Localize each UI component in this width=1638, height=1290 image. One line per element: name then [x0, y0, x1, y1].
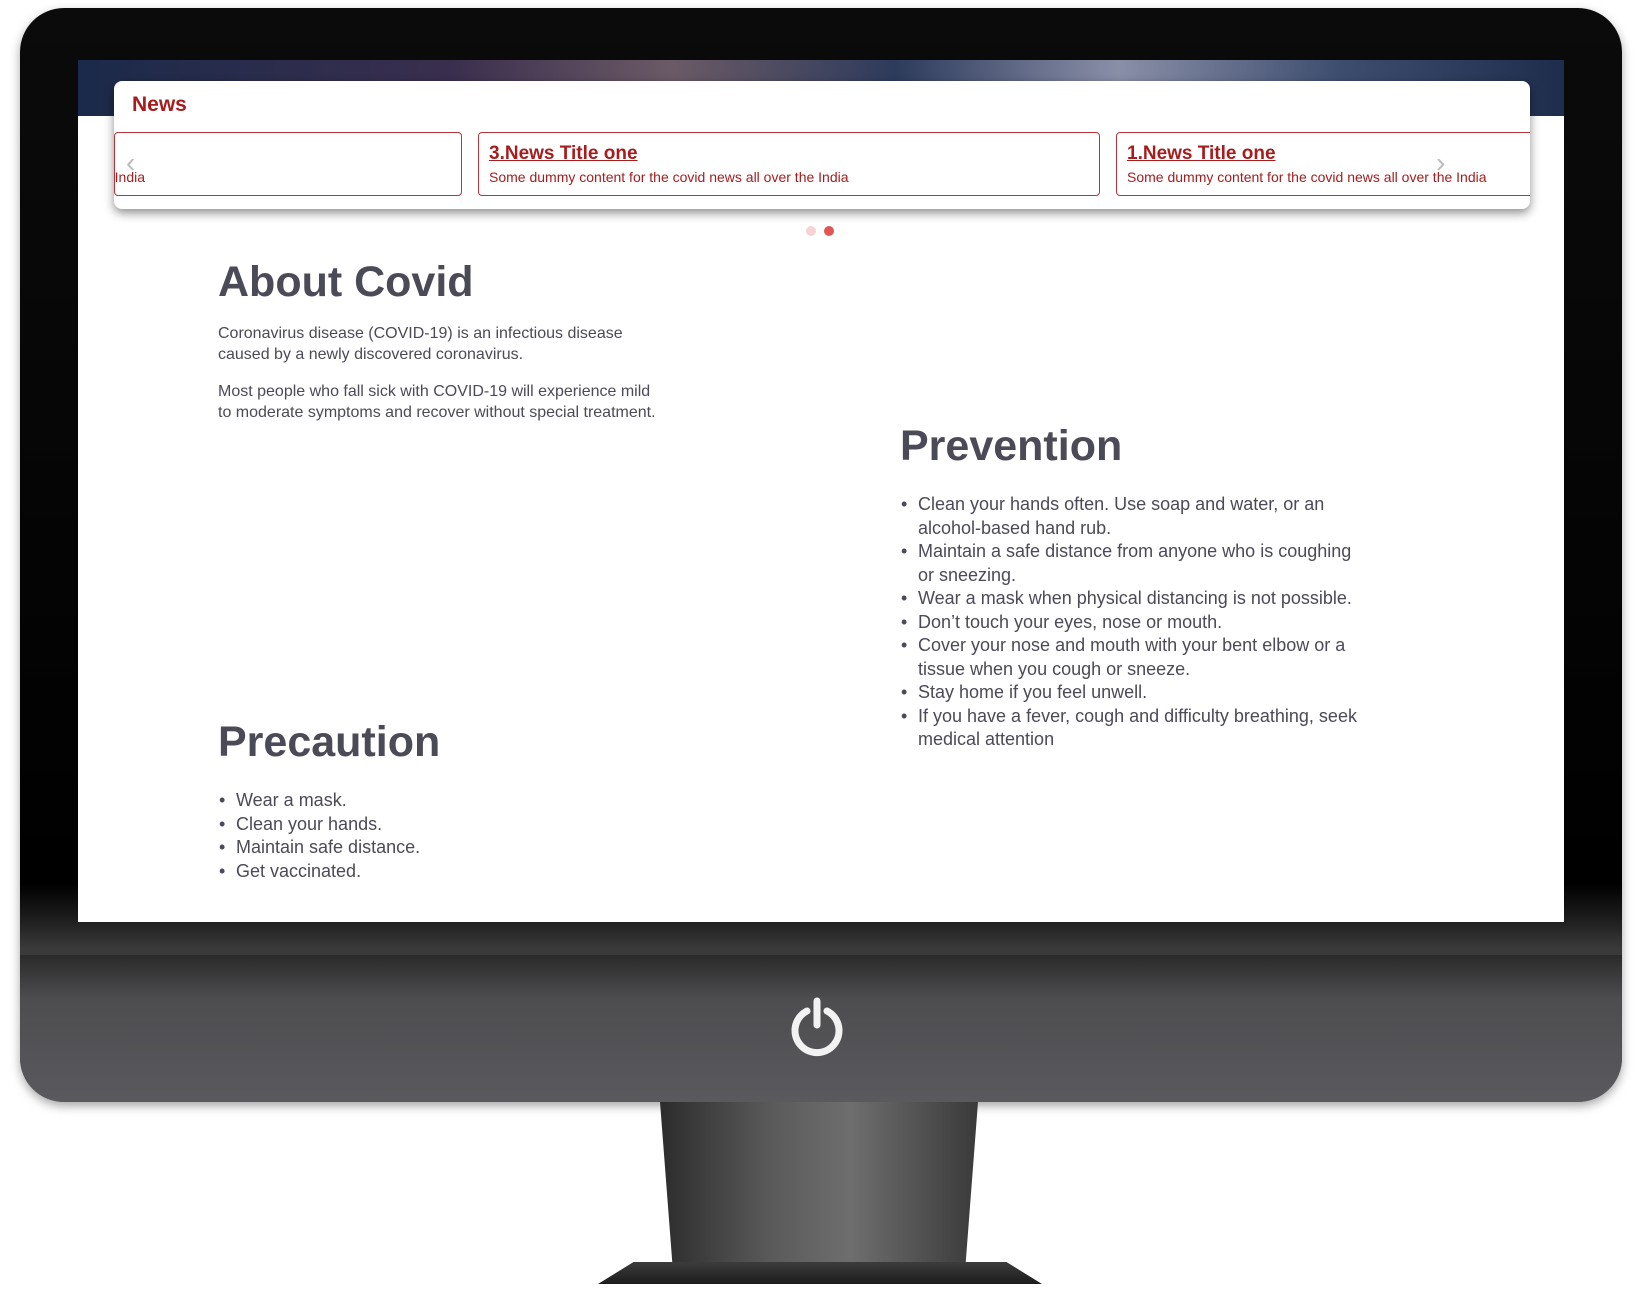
list-item: Clean your hands. — [218, 813, 518, 837]
about-paragraph: Most people who fall sick with COVID-19 … — [218, 383, 656, 421]
news-heading: News — [132, 93, 187, 116]
about-paragraph: Coronavirus disease (COVID-19) is an inf… — [218, 325, 623, 363]
about-title: About Covid — [218, 258, 474, 306]
news-item-description: Some dummy content for the covid news al… — [489, 169, 849, 185]
list-item: Stay home if you feel unwell. — [900, 681, 1370, 705]
news-carousel: News Some dummy content for the covid ne… — [114, 81, 1530, 209]
pagination-dot-active[interactable] — [824, 226, 834, 236]
pagination-dot[interactable] — [806, 226, 816, 236]
list-item: Maintain a safe distance from anyone who… — [900, 540, 1370, 587]
monitor-stand-neck — [660, 1102, 978, 1268]
chevron-left-icon[interactable]: ‹ — [126, 149, 135, 177]
news-item-description: Some dummy content for the covid news al… — [1127, 169, 1487, 185]
list-item: Maintain safe distance. — [218, 836, 518, 860]
list-item: Wear a mask. — [218, 789, 518, 813]
precaution-list: Wear a mask. Clean your hands. Maintain … — [218, 789, 518, 883]
list-item: Get vaccinated. — [218, 860, 518, 884]
monitor-stand-base — [598, 1262, 1042, 1284]
news-item[interactable]: 1.News Title one Some dummy content for … — [1116, 132, 1530, 196]
list-item: Wear a mask when physical distancing is … — [900, 587, 1370, 611]
list-item: Clean your hands often. Use soap and wat… — [900, 493, 1370, 540]
precaution-title: Precaution — [218, 718, 441, 766]
power-icon — [785, 995, 849, 1059]
prevention-list: Clean your hands often. Use soap and wat… — [900, 493, 1370, 752]
list-item: Don’t touch your eyes, nose or mouth. — [900, 611, 1370, 635]
screen: News Some dummy content for the covid ne… — [78, 60, 1564, 922]
news-item-title[interactable]: 1.News Title one — [1127, 143, 1276, 165]
chevron-right-icon[interactable]: › — [1436, 149, 1445, 177]
list-item: Cover your nose and mouth with your bent… — [900, 634, 1370, 681]
news-item-title[interactable]: 3.News Title one — [489, 143, 638, 165]
prevention-title: Prevention — [900, 422, 1123, 470]
news-item[interactable]: Some dummy content for the covid news al… — [114, 132, 462, 196]
news-item[interactable]: 3.News Title one Some dummy content for … — [478, 132, 1100, 196]
list-item: If you have a fever, cough and difficult… — [900, 705, 1370, 752]
